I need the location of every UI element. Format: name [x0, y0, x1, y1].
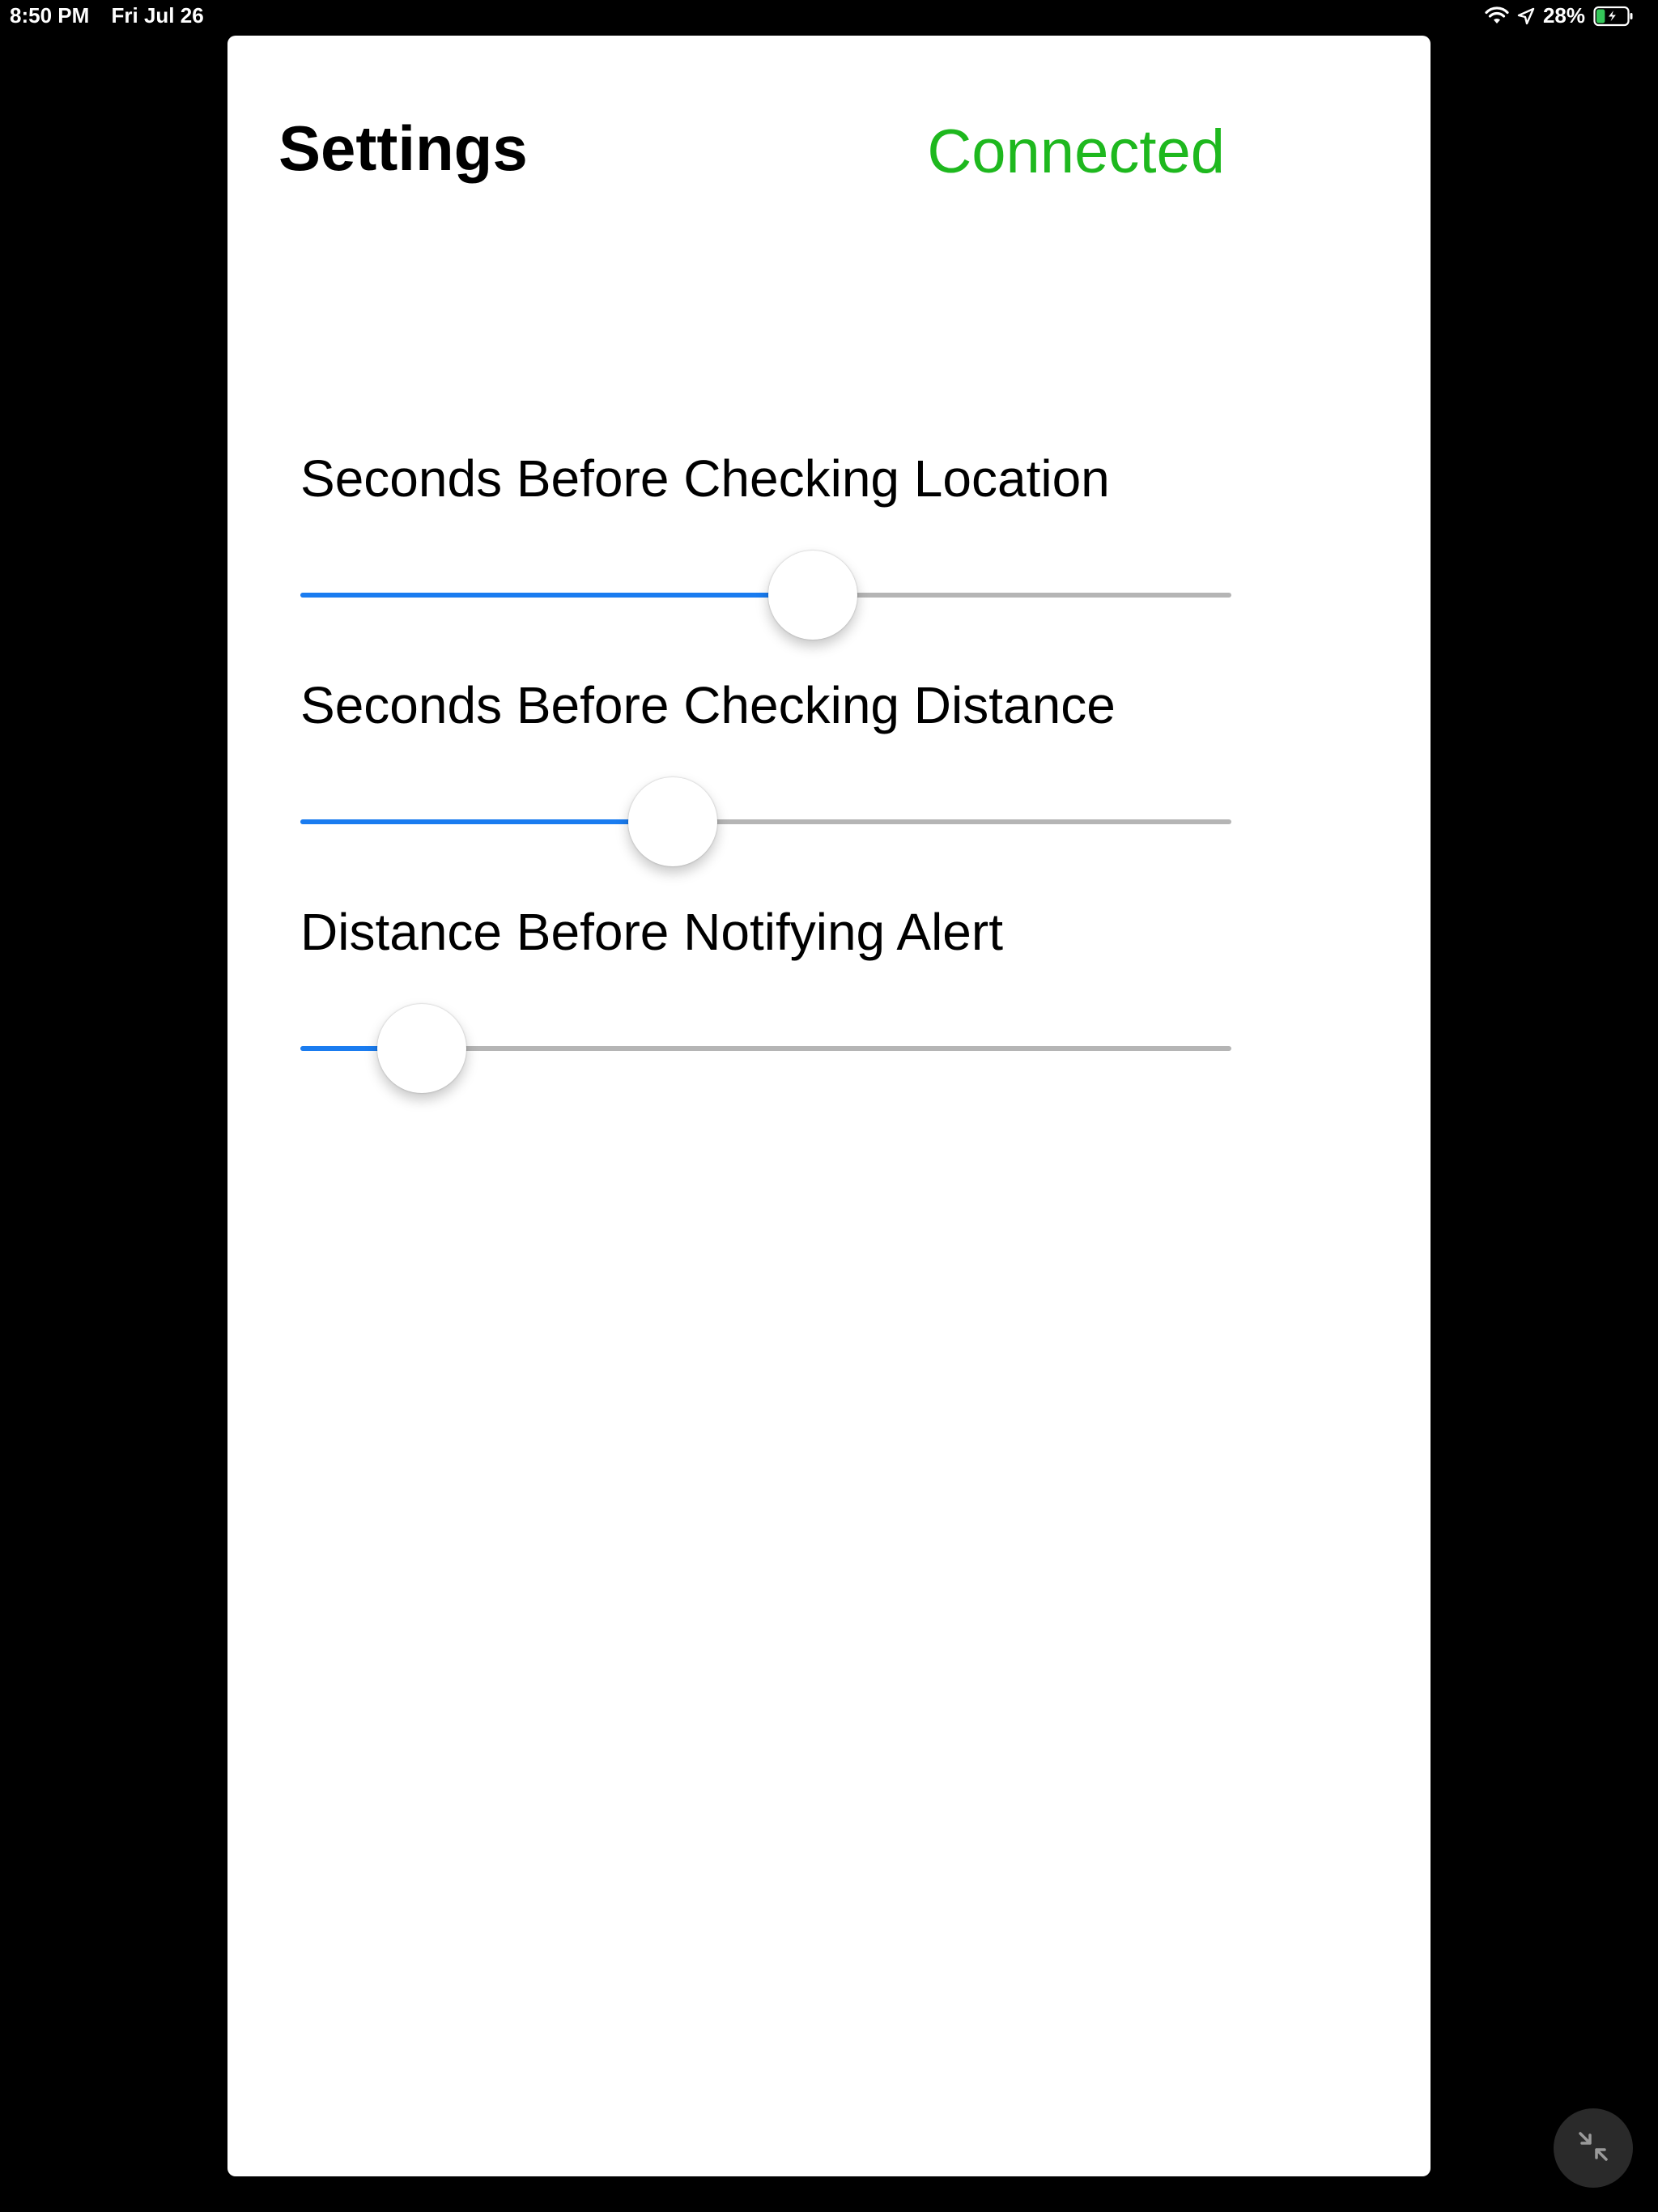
minimize-button[interactable] [1554, 2108, 1633, 2188]
alert-distance-slider[interactable] [300, 1004, 1231, 1093]
setting-label-location: Seconds Before Checking Location [300, 449, 1110, 508]
battery-charging-icon [1593, 6, 1634, 27]
slider-thumb[interactable] [376, 1004, 466, 1093]
setting-label-distance: Seconds Before Checking Distance [300, 676, 1116, 734]
status-right: 28% [1477, 3, 1634, 28]
connection-status: Connected [927, 117, 1225, 186]
status-time: 8:50 PM [10, 3, 90, 28]
arrows-in-icon [1574, 2127, 1613, 2169]
distance-seconds-slider[interactable] [300, 777, 1231, 866]
slider-thumb[interactable] [767, 551, 857, 640]
location-seconds-slider[interactable] [300, 551, 1231, 640]
slider-fill [300, 819, 673, 824]
location-arrow-icon [1517, 7, 1535, 25]
wifi-icon [1485, 6, 1509, 26]
status-date: Fri Jul 26 [111, 3, 204, 28]
slider-fill [300, 593, 813, 598]
slider-thumb[interactable] [628, 777, 717, 866]
status-bar: 8:50 PM Fri Jul 26 28% [0, 0, 1658, 32]
setting-label-alert: Distance Before Notifying Alert [300, 903, 1003, 961]
page-title: Settings [278, 113, 528, 184]
battery-percent: 28% [1542, 3, 1585, 28]
settings-card: Settings Connected Seconds Before Checki… [227, 36, 1431, 2176]
status-left: 8:50 PM Fri Jul 26 [10, 3, 204, 28]
